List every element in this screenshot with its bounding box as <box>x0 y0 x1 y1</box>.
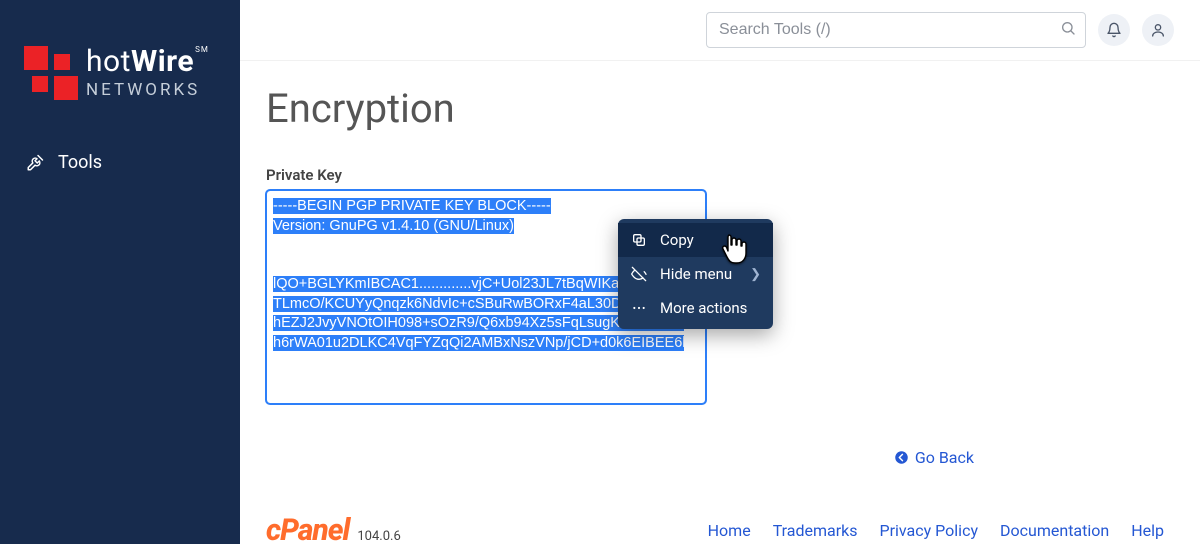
context-menu: Copy Hide menu ❯ More actions <box>618 219 773 329</box>
brand-logo-icon <box>24 46 78 100</box>
search-icon[interactable] <box>1060 20 1076 40</box>
user-icon <box>1150 22 1166 38</box>
sidebar: hotWireSM NETWORKS Tools <box>0 0 240 544</box>
more-icon <box>630 299 648 317</box>
cpanel-version: 104.0.6 <box>357 529 400 544</box>
arrow-left-circle-icon <box>894 450 909 465</box>
eye-off-icon <box>630 265 648 283</box>
page-title: Encryption <box>266 85 1174 132</box>
brand-logo: hotWireSM NETWORKS <box>0 0 240 140</box>
main: Encryption Private Key -----BEGIN PGP PR… <box>240 0 1200 544</box>
footer-docs[interactable]: Documentation <box>1000 521 1109 540</box>
go-back-label: Go Back <box>915 448 974 467</box>
search <box>706 12 1086 48</box>
sidebar-item-label: Tools <box>58 152 102 173</box>
footer-home[interactable]: Home <box>708 521 751 540</box>
cpanel-logo: cPanel <box>266 513 349 544</box>
copy-icon <box>630 231 648 249</box>
brand-top-suffix: Wire <box>131 44 194 79</box>
go-back-link[interactable]: Go Back <box>894 448 974 467</box>
notifications-button[interactable] <box>1098 14 1130 46</box>
ctx-more-label: More actions <box>660 299 747 317</box>
footer-trademarks[interactable]: Trademarks <box>773 521 858 540</box>
topbar <box>240 0 1200 61</box>
chevron-right-icon: ❯ <box>750 267 761 282</box>
private-key-label: Private Key <box>266 166 1174 184</box>
content: Encryption Private Key -----BEGIN PGP PR… <box>240 61 1200 544</box>
ctx-hide-menu[interactable]: Hide menu ❯ <box>618 257 773 291</box>
footer: cPanel 104.0.6 Home Trademarks Privacy P… <box>266 513 1174 544</box>
ctx-more-actions[interactable]: More actions <box>618 291 773 325</box>
footer-help[interactable]: Help <box>1131 521 1164 540</box>
ctx-copy-label: Copy <box>660 231 694 249</box>
footer-privacy[interactable]: Privacy Policy <box>880 521 979 540</box>
brand-sm: SM <box>195 45 209 54</box>
account-button[interactable] <box>1142 14 1174 46</box>
ctx-copy[interactable]: Copy <box>618 223 773 257</box>
cpanel-brand: cPanel 104.0.6 <box>266 513 401 544</box>
tools-icon <box>26 154 44 172</box>
sidebar-item-tools[interactable]: Tools <box>0 140 240 185</box>
ctx-hide-label: Hide menu <box>660 265 732 283</box>
bell-icon <box>1106 22 1122 38</box>
search-input[interactable] <box>706 12 1086 48</box>
brand-bottom: NETWORKS <box>86 82 209 100</box>
brand-top-prefix: hot <box>86 44 131 79</box>
